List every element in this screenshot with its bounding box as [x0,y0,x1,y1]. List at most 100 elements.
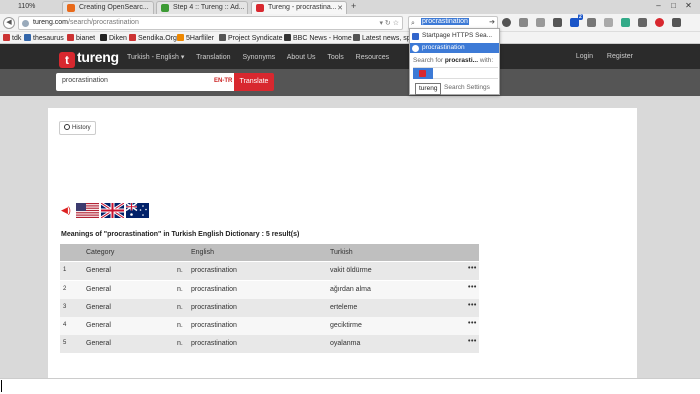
site-identity-icon[interactable] [22,20,29,27]
nav-tools[interactable]: Tools [327,54,343,61]
nav-synonyms[interactable]: Synonyms [242,54,275,61]
engine-slot[interactable] [476,68,496,79]
new-tab-icon[interactable]: + [351,1,356,11]
back-icon[interactable]: ◀ [3,17,15,29]
suggestion-startpage[interactable]: Startpage HTTPS Sea... [410,31,499,41]
menu-icon[interactable] [671,18,681,27]
row-turkish[interactable]: oyalanma [330,340,360,347]
more-options-icon[interactable]: ••• [468,320,477,327]
tab-creating-opensearch[interactable]: Creating OpenSearc... [62,1,154,14]
more-options-icon[interactable]: ••• [468,338,477,345]
au-flag-icon[interactable] [126,203,149,218]
startpage-icon [412,33,419,40]
pocket-icon[interactable] [502,18,511,27]
uk-flag-icon[interactable] [101,203,124,218]
bookmark-5harfliler[interactable]: 5Harfliler [177,34,214,42]
addon-badge-icon[interactable]: 2 [569,14,583,27]
history-button[interactable]: History [59,121,96,135]
translate-button[interactable]: Translate [234,73,274,91]
minimize-icon[interactable]: – [651,1,666,10]
results-title: Meanings of "procrastination" in Turkish… [61,231,300,238]
tureng-logo[interactable]: t tureng [59,49,119,68]
home-icon[interactable] [586,18,596,27]
search-value: procrastination [421,18,469,25]
engine-tureng[interactable] [413,68,433,79]
nav-resources[interactable]: Resources [356,54,389,61]
url-path: /search/procrastination [68,19,139,26]
tab-tureng[interactable]: Tureng - procrastina... ✕ [251,1,347,14]
translate-addon-icon[interactable] [620,18,630,27]
table-row: 2 General n. procrastination ağırdan alm… [60,281,479,299]
tab-strip: 110% Creating OpenSearc... Step 4 :: Tur… [0,0,700,14]
nav-language-pair[interactable]: Turkish - English ▾ [127,54,184,61]
tureng-engine-icon [419,70,426,77]
register-link[interactable]: Register [607,53,633,60]
url-bar[interactable]: tureng.com/search/procrastination ▾ ↻ ☆ [18,16,403,30]
row-category[interactable]: General [86,304,111,311]
bookmark-bbc[interactable]: BBC News - Home [284,34,352,42]
speaker-icon[interactable]: ◀) [61,205,71,216]
more-options-icon[interactable]: ••• [468,284,477,291]
column-turkish[interactable]: Turkish [330,249,353,256]
more-options-icon[interactable]: ••• [468,265,477,272]
clock-icon [64,124,70,130]
addon-icon [161,4,169,12]
row-english[interactable]: procrastination [191,340,237,347]
site-nav: Turkish - English ▾ Translation Synonyms… [127,53,399,61]
table-row: 5 General n. procrastination oyalanma ••… [60,335,479,353]
bookmark-sendika[interactable]: Sendika.Org [129,34,177,42]
history-icon [412,45,419,52]
row-english[interactable]: procrastination [191,304,237,311]
search-settings-link[interactable]: Search Settings [444,84,490,91]
search-go-icon[interactable]: ➔ [489,18,495,26]
column-english[interactable]: English [191,249,214,256]
row-number: 4 [63,322,67,328]
column-category[interactable]: Category [86,249,114,256]
adblock-icon[interactable] [654,18,664,27]
row-english[interactable]: procrastination [191,286,237,293]
engine-slot[interactable] [434,68,454,79]
language-pair-tag[interactable]: EN-TR [214,78,232,84]
url-tools-icons[interactable]: ▾ ↻ ☆ [379,19,399,27]
close-tab-icon[interactable]: ✕ [337,4,343,12]
nav-translation[interactable]: Translation [196,54,230,61]
login-link[interactable]: Login [576,53,593,60]
maximize-icon[interactable]: □ [666,1,681,10]
window-controls: – □ ✕ [651,1,696,10]
row-turkish[interactable]: erteleme [330,304,357,311]
search-engine-row [413,67,498,79]
row-turkish[interactable]: vakit öldürme [330,267,372,274]
bookmarks-icon[interactable] [535,18,545,27]
screenshot-icon[interactable] [637,18,647,27]
bookmark-project-syndicate[interactable]: Project Syndicate [219,34,282,42]
more-options-icon[interactable]: ••• [468,302,477,309]
row-pos: n. [177,340,183,347]
download-icon[interactable] [552,18,562,27]
row-category[interactable]: General [86,267,111,274]
row-turkish[interactable]: geciktirme [330,322,362,329]
firefox-icon [67,4,75,12]
tab-step-4[interactable]: Step 4 :: Tureng :: Ad... [156,1,248,14]
row-category[interactable]: General [86,340,111,347]
row-pos: n. [177,304,183,311]
engine-slot[interactable] [455,68,475,79]
bookmark-diken[interactable]: Diken [100,34,127,42]
row-category[interactable]: General [86,322,111,329]
row-turkish[interactable]: ağırdan alma [330,286,371,293]
row-english[interactable]: procrastination [191,322,237,329]
query-field[interactable]: procrastination [56,73,234,91]
sync-icon[interactable] [603,18,613,27]
suggestion-procrastination[interactable]: procrastination [410,43,499,53]
bookmark-tdk[interactable]: tdk [3,34,21,42]
close-window-icon[interactable]: ✕ [681,1,696,10]
row-english[interactable]: procrastination [191,267,237,274]
row-category[interactable]: General [86,286,111,293]
bookmark-bianet[interactable]: bianet [67,34,95,42]
bookmark-thesaurus[interactable]: thesaurus [24,34,64,42]
us-flag-icon[interactable] [76,203,99,218]
nav-about-us[interactable]: About Us [287,54,316,61]
reader-icon[interactable] [518,18,528,27]
bookmark-latest-news[interactable]: Latest news, sp [353,34,411,42]
zoom-level[interactable]: 110% [18,3,35,10]
row-pos: n. [177,322,183,329]
